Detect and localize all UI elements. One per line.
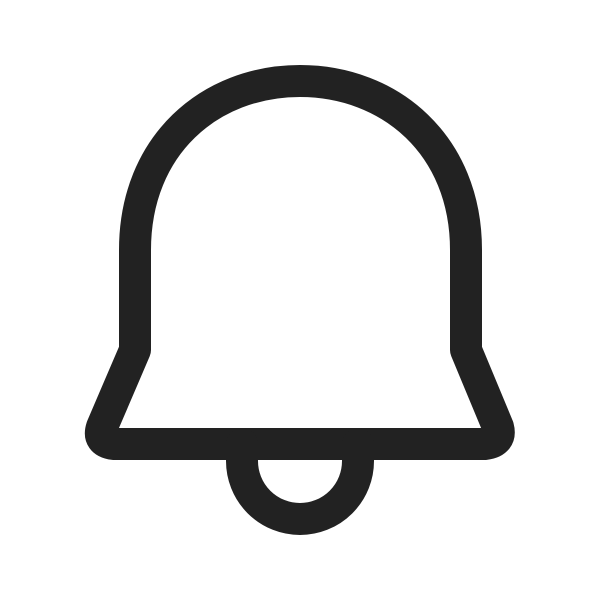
bell-body-outline (84, 65, 515, 460)
icon-canvas (0, 0, 600, 600)
bell-icon (84, 65, 515, 535)
